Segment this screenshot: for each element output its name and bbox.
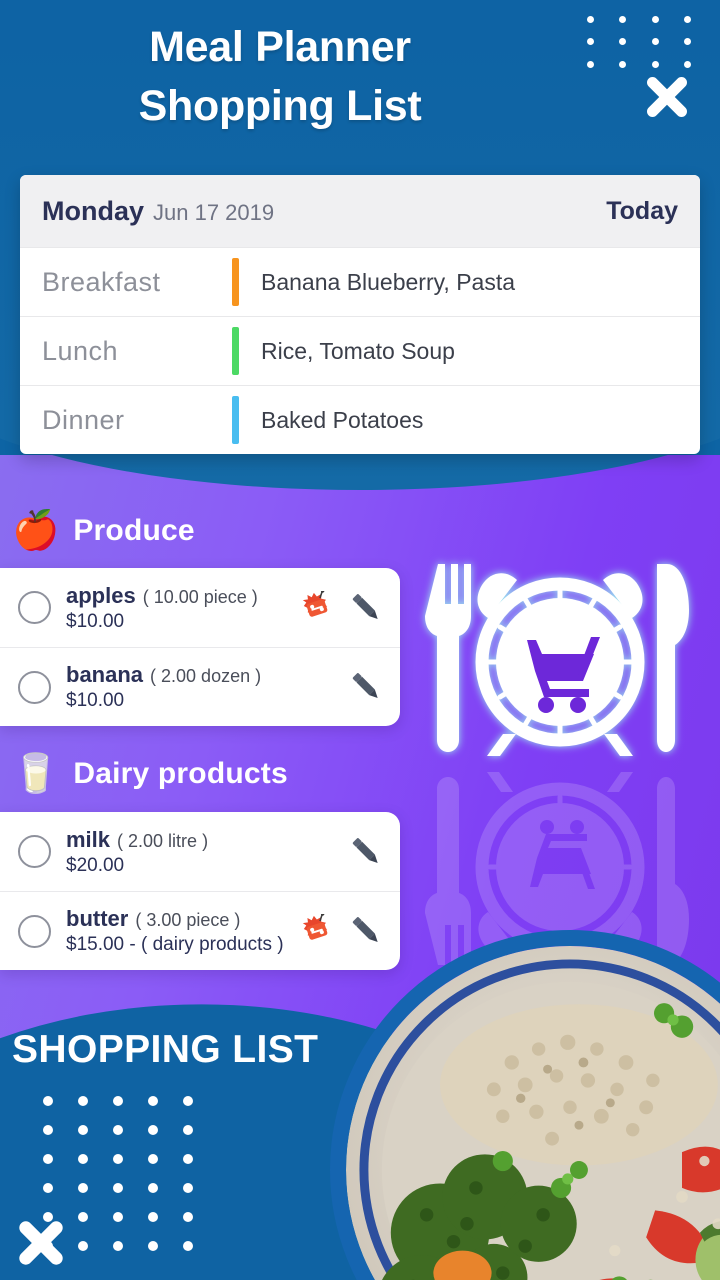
meal-label: Lunch	[42, 335, 119, 366]
close-icon-footer[interactable]	[10, 1212, 72, 1274]
item-quantity: ( 10.00 piece )	[142, 586, 258, 607]
fork-icon	[425, 564, 471, 752]
section-title: Dairy products	[73, 757, 288, 790]
app-screen: Meal Planner Shopping List Monday Jun 17…	[0, 0, 720, 1280]
dairy-item-list: milk ( 2.00 litre ) $20.00 butter ( 3.00	[0, 812, 400, 970]
item-checkbox[interactable]	[18, 670, 51, 704]
apple-icon: 🍎	[12, 510, 60, 552]
item-name: banana	[66, 662, 144, 687]
footer-headline: SHOPPING LIST	[12, 1028, 319, 1071]
produce-item-list: apples ( 10.00 piece ) $10.00 banana (2…	[0, 568, 400, 726]
today-badge: Today	[606, 196, 678, 225]
item-name: apples	[66, 582, 136, 608]
meal-color-bar	[232, 396, 239, 444]
item-price: $20.00	[66, 854, 125, 876]
item-checkbox[interactable]	[18, 591, 51, 624]
meal-row-breakfast[interactable]: Breakfast Banana Blueberry, Pasta	[20, 247, 700, 316]
meal-card-header: Monday Jun 17 2019 Today	[20, 175, 700, 247]
clock-illustration	[405, 552, 715, 767]
edit-pencil-icon[interactable]	[346, 911, 386, 951]
item-quantity: ( 3.00 piece )	[135, 910, 241, 930]
list-item[interactable]: apples ( 10.00 piece ) $10.00	[0, 568, 400, 647]
edit-pencil-icon[interactable]	[346, 667, 386, 707]
close-icon[interactable]	[636, 66, 698, 128]
item-name: milk	[66, 826, 111, 852]
meal-label: Dinner	[42, 404, 125, 435]
item-price: $15.00 - ( dairy products )	[66, 934, 284, 955]
meal-plan-card: Monday Jun 17 2019 Today Breakfast Banan…	[20, 175, 700, 454]
section-header-produce: 🍎 Produce	[0, 512, 195, 550]
meal-value: Banana Blueberry, Pasta	[261, 268, 516, 295]
page-title-line-1: Meal Planner	[149, 23, 411, 71]
list-item[interactable]: banana ( 2.00 dozen ) $10.00	[0, 647, 400, 726]
list-item[interactable]: butter ( 3.00 piece ) $15.00 - ( dairy p…	[0, 891, 400, 970]
edit-pencil-icon[interactable]	[346, 588, 386, 628]
meal-date: Jun 17 2019	[153, 199, 275, 225]
meal-row-lunch[interactable]: Lunch Rice, Tomato Soup	[20, 316, 700, 385]
edit-pencil-icon[interactable]	[346, 832, 386, 872]
meal-label: Breakfast	[42, 266, 161, 297]
price-tag-icon	[302, 588, 328, 617]
meal-value: Baked Potatoes	[261, 406, 424, 433]
item-price: $10.00	[66, 690, 125, 711]
meal-color-bar	[232, 327, 239, 375]
section-title: Produce	[73, 514, 195, 547]
page-title-line-2: Shopping List	[138, 82, 422, 131]
meal-color-bar	[232, 258, 239, 306]
item-checkbox[interactable]	[18, 914, 51, 948]
item-quantity: ( 2.00 dozen )	[150, 666, 262, 686]
milk-bottle-cheese-icon: 🥛	[12, 753, 60, 795]
knife-icon	[657, 564, 689, 752]
list-item[interactable]: milk ( 2.00 litre ) $20.00	[0, 812, 400, 891]
meal-value: Rice, Tomato Soup	[261, 337, 455, 364]
price-tag-icon	[302, 912, 328, 940]
item-checkbox[interactable]	[18, 835, 51, 868]
item-name: butter	[66, 906, 129, 931]
item-price: $10.00	[66, 610, 125, 632]
meal-row-dinner[interactable]: Dinner Baked Potatoes	[20, 385, 700, 454]
item-quantity: ( 2.00 litre )	[117, 830, 209, 851]
meal-day-name: Monday	[42, 195, 145, 226]
page-title: Meal Planner Shopping List	[0, 18, 560, 137]
section-header-dairy: 🥛 Dairy products	[0, 755, 288, 793]
